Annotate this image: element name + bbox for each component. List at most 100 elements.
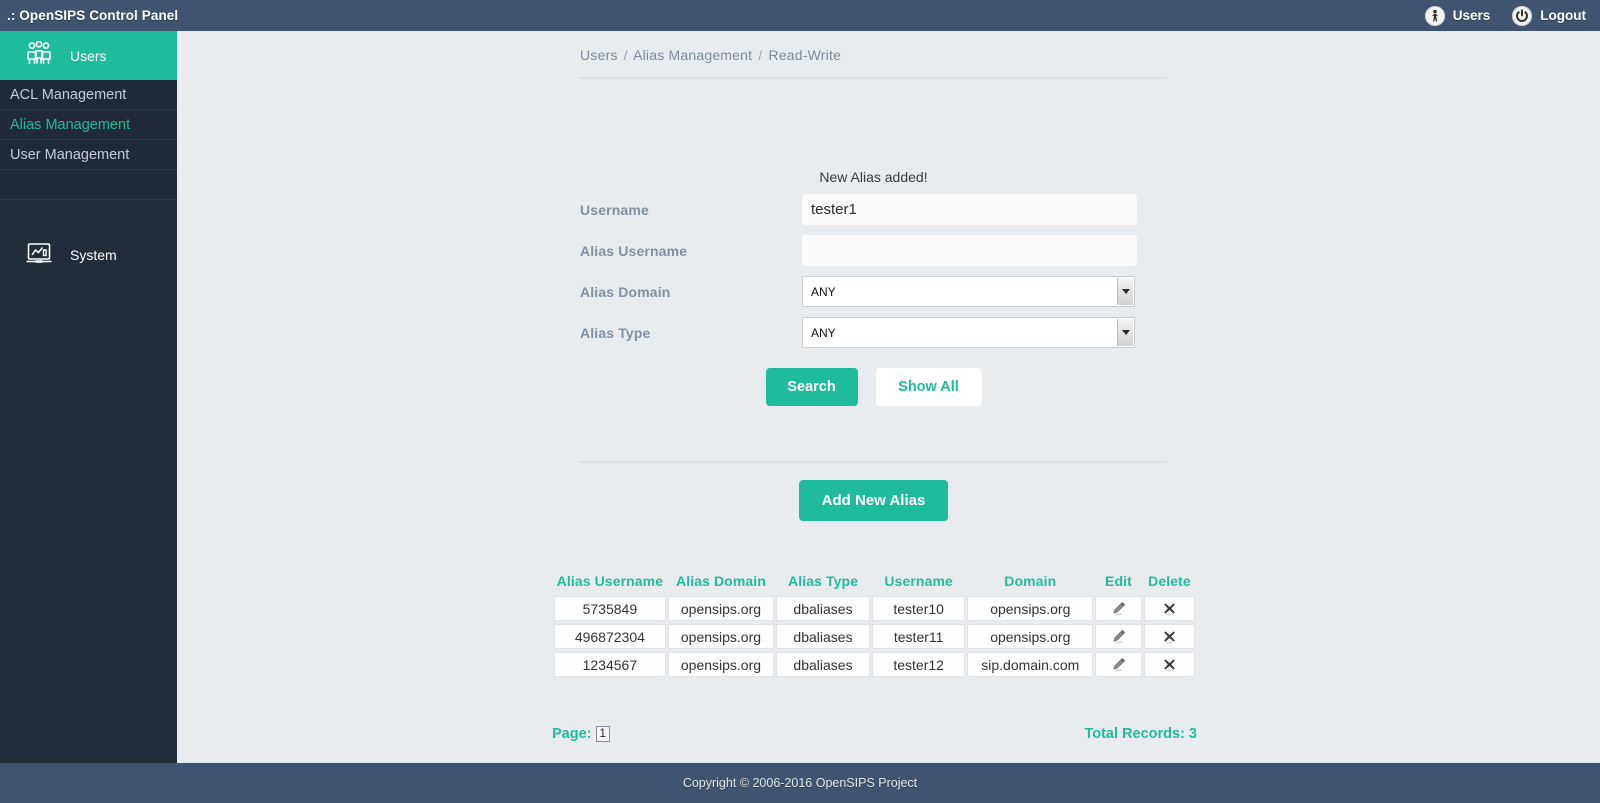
- page-number[interactable]: 1: [595, 726, 610, 742]
- sidebar-item-system[interactable]: System: [0, 230, 177, 279]
- username-input[interactable]: [802, 194, 1137, 225]
- system-monitor-icon: [24, 240, 54, 269]
- sidebar-item-system-label: System: [70, 246, 117, 263]
- logout-button-label: Logout: [1540, 8, 1586, 23]
- breadcrumb-item-0[interactable]: Users: [580, 47, 618, 63]
- breadcrumb: Users / Alias Management / Read-Write: [580, 47, 841, 63]
- chevron-down-icon[interactable]: [1117, 319, 1133, 346]
- username-label: Username: [580, 201, 649, 218]
- cell-alias-username: 5735849: [554, 596, 666, 621]
- sidebar-item-acl-management-label: ACL Management: [10, 86, 127, 103]
- edit-pencil-icon[interactable]: [1102, 653, 1135, 675]
- add-new-alias-button[interactable]: Add New Alias: [799, 480, 948, 521]
- users-button[interactable]: Users: [1424, 5, 1491, 26]
- column-header-delete: Delete: [1148, 573, 1191, 589]
- cell-alias-domain: opensips.org: [667, 652, 775, 677]
- sidebar-item-alias-management-label: Alias Management: [10, 116, 131, 133]
- main-content: Users / Alias Management / Read-Write Ne…: [177, 31, 1600, 763]
- cell-alias-domain: opensips.org: [667, 596, 775, 621]
- column-header-alias-username: Alias Username: [556, 573, 664, 589]
- cell-alias-type: dbaliases: [776, 624, 870, 649]
- add-new-alias-wrap: Add New Alias: [580, 480, 1167, 521]
- alias-type-value: ANY: [811, 325, 836, 340]
- section-divider: [579, 461, 1166, 463]
- cell-alias-domain: opensips.org: [667, 624, 775, 649]
- alias-username-input[interactable]: [802, 235, 1137, 266]
- table-row: 5735849 opensips.org dbaliases tester10 …: [554, 596, 1195, 621]
- sidebar-item-users-label: Users: [70, 47, 107, 64]
- breadcrumb-divider: [579, 77, 1166, 79]
- form-buttons: Search Show All: [580, 368, 1167, 406]
- chevron-down-icon[interactable]: [1117, 278, 1133, 305]
- sidebar-item-user-management[interactable]: User Management: [0, 140, 177, 170]
- results-table: Alias Username Alias Domain Alias Type U…: [552, 566, 1197, 680]
- cell-edit[interactable]: [1095, 596, 1142, 621]
- app-root: .: OpenSIPS Control Panel Users Logout U…: [0, 0, 1600, 803]
- sidebar-item-user-management-label: User Management: [10, 146, 130, 163]
- cell-alias-type: dbaliases: [776, 596, 870, 621]
- cell-delete[interactable]: [1143, 652, 1195, 677]
- top-bar-actions: Users Logout: [1424, 5, 1600, 26]
- cell-domain: sip.domain.com: [967, 652, 1094, 677]
- cell-alias-type: dbaliases: [776, 652, 870, 677]
- edit-pencil-icon[interactable]: [1102, 625, 1135, 647]
- logout-button[interactable]: Logout: [1512, 5, 1586, 26]
- column-header-domain: Domain: [1004, 573, 1057, 589]
- copyright-text: Copyright © 2006-2016 OpenSIPS Project: [682, 776, 918, 790]
- table-footer: Page: 1 Total Records: 3: [552, 726, 1197, 742]
- sidebar-item-users[interactable]: Users: [0, 31, 177, 80]
- column-header-edit: Edit: [1105, 573, 1132, 589]
- cell-edit[interactable]: [1095, 624, 1142, 649]
- cell-username: tester12: [871, 652, 966, 677]
- cell-edit[interactable]: [1095, 652, 1142, 677]
- search-form: Username Alias Username Alias Domain ANY…: [580, 190, 1167, 354]
- total-records: Total Records: 3: [1084, 726, 1197, 742]
- users-button-label: Users: [1452, 8, 1491, 23]
- top-bar: .: OpenSIPS Control Panel Users Logout: [0, 0, 1600, 31]
- cell-alias-username: 1234567: [554, 652, 666, 677]
- cell-alias-username: 496872304: [554, 624, 666, 649]
- pagination: Page: 1: [552, 726, 610, 742]
- app-title: .: OpenSIPS Control Panel: [7, 8, 179, 23]
- breadcrumb-item-2[interactable]: Read-Write: [769, 47, 842, 63]
- alias-domain-value: ANY: [811, 284, 836, 299]
- edit-pencil-icon[interactable]: [1102, 597, 1135, 619]
- alias-domain-select[interactable]: ANY: [802, 276, 1135, 307]
- sidebar: Users ACL Management Alias Management Us…: [0, 31, 177, 763]
- delete-x-icon[interactable]: [1151, 597, 1188, 619]
- status-message: New Alias added!: [819, 169, 928, 185]
- cell-domain: opensips.org: [967, 624, 1094, 649]
- sidebar-item-alias-management[interactable]: Alias Management: [0, 110, 177, 140]
- breadcrumb-item-1[interactable]: Alias Management: [633, 47, 752, 63]
- search-button[interactable]: Search: [765, 368, 858, 406]
- results-table-wrap: Alias Username Alias Domain Alias Type U…: [552, 566, 1197, 680]
- form-row-alias-type: Alias Type ANY: [580, 313, 1167, 352]
- page-footer: Copyright © 2006-2016 OpenSIPS Project: [0, 763, 1600, 803]
- table-row: 1234567 opensips.org dbaliases tester12 …: [554, 652, 1195, 677]
- users-group-icon: [24, 40, 54, 70]
- column-header-username: Username: [884, 573, 953, 589]
- alias-type-select[interactable]: ANY: [802, 317, 1135, 348]
- form-row-alias-username: Alias Username: [580, 231, 1167, 270]
- page-label: Page:: [552, 726, 592, 742]
- column-header-alias-domain: Alias Domain: [676, 573, 766, 589]
- sidebar-submenu-spacer: [0, 170, 177, 200]
- show-all-button[interactable]: Show All: [875, 368, 982, 406]
- breadcrumb-separator: /: [623, 47, 628, 63]
- form-row-username: Username: [580, 190, 1167, 229]
- delete-x-icon[interactable]: [1151, 653, 1188, 675]
- cell-delete[interactable]: [1143, 624, 1195, 649]
- alias-domain-label: Alias Domain: [580, 283, 671, 300]
- cell-username: tester11: [871, 624, 966, 649]
- cell-delete[interactable]: [1143, 596, 1195, 621]
- breadcrumb-separator: /: [758, 47, 763, 63]
- form-row-alias-domain: Alias Domain ANY: [580, 272, 1167, 311]
- column-header-alias-type: Alias Type: [788, 573, 858, 589]
- power-icon: [1512, 5, 1533, 26]
- table-body: 5735849 opensips.org dbaliases tester10 …: [554, 596, 1195, 677]
- table-header-row: Alias Username Alias Domain Alias Type U…: [554, 569, 1195, 593]
- delete-x-icon[interactable]: [1151, 625, 1188, 647]
- sidebar-gap: [0, 200, 177, 230]
- alias-type-label: Alias Type: [580, 324, 651, 341]
- sidebar-item-acl-management[interactable]: ACL Management: [0, 80, 177, 110]
